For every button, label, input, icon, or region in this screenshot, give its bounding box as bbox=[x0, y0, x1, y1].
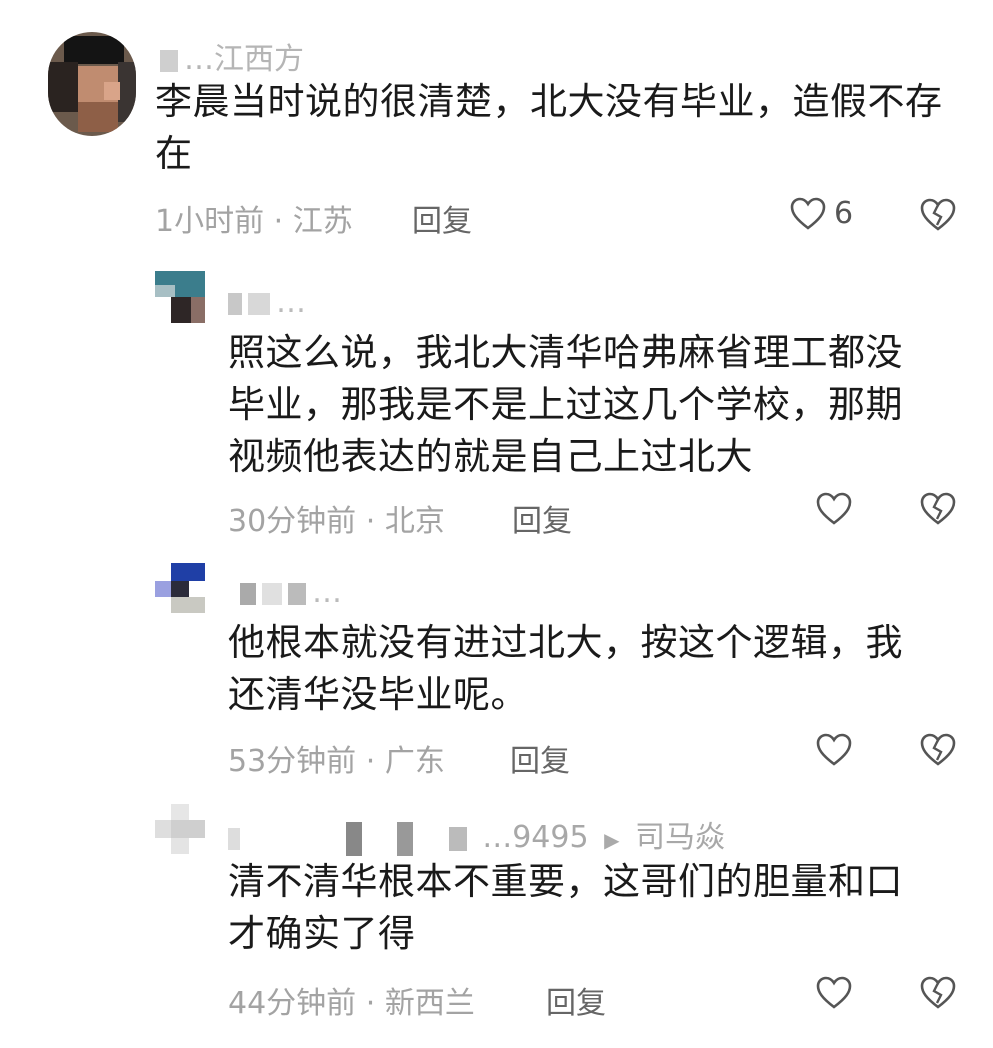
username-text[interactable]: …9495 bbox=[482, 820, 588, 855]
location: 新西兰 bbox=[384, 986, 475, 1021]
comment-4: …9495 ▶ 司马焱 清不清华根本不重要，这哥们的胆量和口才确实了得 44分钟… bbox=[0, 790, 993, 1048]
dislike-button[interactable] bbox=[920, 492, 956, 526]
timestamp: 44分钟前 bbox=[228, 986, 357, 1021]
broken-heart-icon bbox=[920, 733, 956, 767]
username[interactable]: … bbox=[240, 575, 342, 610]
separator: · bbox=[365, 744, 376, 779]
comment-text: 清不清华根本不重要，这哥们的胆量和口才确实了得 bbox=[228, 860, 903, 955]
comment-meta: 1小时前 · 江苏 bbox=[155, 196, 353, 240]
username-text[interactable]: …江西方 bbox=[184, 42, 304, 77]
heart-outline-icon bbox=[790, 197, 826, 231]
reply-button[interactable]: 回复 bbox=[412, 196, 472, 240]
reply-to-user[interactable]: 司马焱 bbox=[635, 820, 725, 855]
location: 江苏 bbox=[292, 204, 353, 239]
separator: · bbox=[273, 204, 284, 239]
broken-heart-icon bbox=[920, 492, 956, 526]
dislike-button[interactable] bbox=[920, 198, 956, 232]
comment-text: 他根本就没有进过北大，按这个逻辑，我还清华没毕业呢。 bbox=[228, 621, 903, 716]
username-text[interactable]: … bbox=[312, 575, 342, 610]
separator: · bbox=[365, 504, 376, 539]
username-text[interactable]: … bbox=[276, 285, 306, 320]
broken-heart-icon bbox=[920, 198, 956, 232]
location: 广东 bbox=[384, 744, 445, 779]
like-count: 6 bbox=[834, 196, 854, 231]
like-button[interactable] bbox=[816, 733, 852, 767]
heart-outline-icon bbox=[816, 733, 852, 767]
reply-button[interactable]: 回复 bbox=[510, 736, 570, 780]
dislike-button[interactable] bbox=[920, 976, 956, 1010]
like-button[interactable] bbox=[816, 976, 852, 1010]
avatar[interactable] bbox=[155, 563, 205, 613]
username[interactable]: …江西方 bbox=[160, 34, 304, 78]
comment-1: …江西方 李晨当时说的很清楚，北大没有毕业，造假不存在 1小时前 · 江苏 回复… bbox=[0, 0, 993, 245]
comment-text: 李晨当时说的很清楚，北大没有毕业，造假不存在 bbox=[155, 80, 943, 175]
reply-button[interactable]: 回复 bbox=[512, 496, 572, 540]
heart-outline-icon bbox=[816, 492, 852, 526]
dislike-button[interactable] bbox=[920, 733, 956, 767]
reply-button[interactable]: 回复 bbox=[546, 978, 606, 1022]
timestamp: 53分钟前 bbox=[228, 744, 357, 779]
comment-meta: 53分钟前 · 广东 bbox=[228, 736, 445, 780]
broken-heart-icon bbox=[920, 976, 956, 1010]
avatar[interactable] bbox=[48, 32, 136, 136]
comment-2: … 照这么说，我北大清华哈弗麻省理工都没毕业，那我是不是上过这几个学校，那期视频… bbox=[0, 245, 993, 545]
comment-3: … 他根本就没有进过北大，按这个逻辑，我还清华没毕业呢。 53分钟前 · 广东 … bbox=[0, 545, 993, 790]
comment-meta: 30分钟前 · 北京 bbox=[228, 496, 445, 540]
comment-meta: 44分钟前 · 新西兰 bbox=[228, 978, 475, 1022]
avatar[interactable] bbox=[155, 271, 205, 323]
separator: · bbox=[365, 986, 376, 1021]
location: 北京 bbox=[384, 504, 445, 539]
username[interactable]: …9495 ▶ 司马焱 bbox=[228, 812, 725, 856]
username[interactable]: … bbox=[228, 285, 306, 320]
timestamp: 1小时前 bbox=[155, 204, 265, 239]
heart-outline-icon bbox=[816, 976, 852, 1010]
comment-text: 照这么说，我北大清华哈弗麻省理工都没毕业，那我是不是上过这几个学校，那期视频他表… bbox=[228, 331, 903, 478]
like-button[interactable]: 6 bbox=[790, 196, 853, 231]
avatar[interactable] bbox=[155, 804, 205, 854]
reply-arrow-icon: ▶ bbox=[604, 828, 620, 852]
like-button[interactable] bbox=[816, 492, 852, 526]
timestamp: 30分钟前 bbox=[228, 504, 357, 539]
